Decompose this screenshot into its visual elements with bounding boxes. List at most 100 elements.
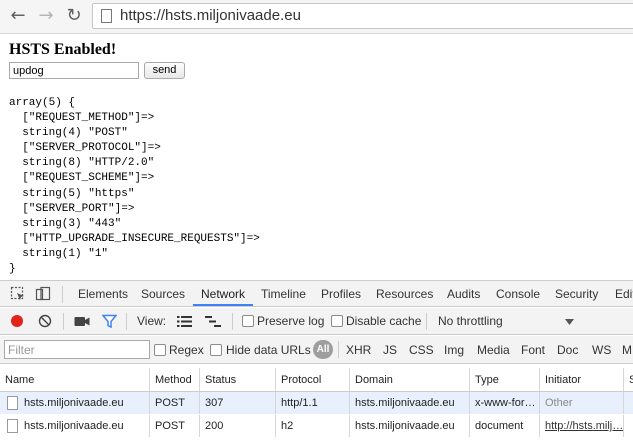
column-header-status[interactable]: Status	[200, 368, 276, 391]
disable-cache-checkbox[interactable]	[331, 315, 343, 327]
forward-icon[interactable]: →	[36, 6, 56, 26]
filter-media[interactable]: Media	[477, 343, 510, 357]
table-row[interactable]: hsts.miljonivaade.eu POST 307 http/1.1 h…	[0, 392, 633, 414]
filter-bar: Filter Regex Hide data URLs All XHR JS C…	[0, 336, 633, 364]
text-input[interactable]: updog	[9, 62, 139, 79]
tab-audits[interactable]: Audits	[447, 287, 480, 301]
filter-js[interactable]: JS	[383, 343, 397, 357]
dump-line: ["REQUEST_SCHEME"]=>	[9, 172, 155, 185]
row-status: 307	[200, 392, 276, 414]
regex-label: Regex	[169, 343, 204, 357]
filter-ws[interactable]: WS	[592, 343, 611, 357]
hide-data-urls-label: Hide data URLs	[226, 343, 311, 357]
table-header: Name Method Status Protocol Domain Type …	[0, 368, 633, 392]
column-header-protocol[interactable]: Protocol	[276, 368, 350, 391]
separator	[62, 286, 63, 303]
row-domain: hsts.miljonivaade.eu	[350, 392, 470, 414]
filter-manifest[interactable]: M	[622, 343, 632, 357]
row-method: POST	[150, 392, 200, 414]
clear-icon[interactable]	[38, 314, 52, 328]
row-name: hsts.miljonivaade.eu	[24, 397, 124, 409]
row-domain: hsts.miljonivaade.eu	[350, 415, 470, 437]
tab-console[interactable]: Console	[496, 287, 540, 301]
filter-doc[interactable]: Doc	[557, 343, 578, 357]
filter-css[interactable]: CSS	[409, 343, 434, 357]
devtools-panel: Elements Sources Network Timeline Profil…	[0, 280, 633, 441]
tab-security[interactable]: Security	[555, 287, 598, 301]
network-controls: View: Preserve log Disable cache No thro…	[0, 308, 633, 335]
regex-checkbox[interactable]	[154, 344, 166, 356]
filter-icon[interactable]	[102, 314, 117, 329]
page-content: HSTS Enabled! updog send array(5) { ["RE…	[0, 35, 633, 280]
filter-font[interactable]: Font	[521, 343, 545, 357]
camera-icon[interactable]	[74, 315, 90, 328]
address-bar[interactable]: https://hsts.miljonivaade.eu	[92, 3, 633, 29]
tab-elements[interactable]: Elements	[78, 287, 128, 301]
tab-edit[interactable]: Edit	[615, 287, 633, 301]
dump-line: array(5) {	[9, 97, 76, 109]
filter-input[interactable]: Filter	[4, 340, 150, 359]
dump-line: string(3) "443"	[9, 217, 122, 230]
record-icon[interactable]	[10, 314, 24, 328]
dump-line: }	[9, 263, 16, 276]
dump-line: string(5) "https"	[9, 187, 135, 200]
row-name-cell: hsts.miljonivaade.eu	[0, 392, 150, 414]
table-row[interactable]: hsts.miljonivaade.eu POST 200 h2 hsts.mi…	[0, 415, 633, 437]
url-text[interactable]: https://hsts.miljonivaade.eu	[120, 7, 301, 24]
inspect-icon[interactable]	[10, 286, 26, 302]
throttling-select[interactable]: No throttling	[438, 314, 503, 328]
column-header-type[interactable]: Type	[470, 368, 540, 391]
dump-line: ["REQUEST_METHOD"]=>	[9, 112, 155, 125]
devtools-tabbar: Elements Sources Network Timeline Profil…	[0, 281, 633, 307]
preserve-log-checkbox[interactable]	[242, 315, 254, 327]
dump-line: string(8) "HTTP/2.0"	[9, 157, 155, 170]
filter-img[interactable]: Img	[444, 343, 464, 357]
row-initiator-link[interactable]: http://hsts.milj…	[540, 415, 624, 437]
hide-data-urls-checkbox[interactable]	[210, 344, 222, 356]
file-icon	[7, 396, 18, 410]
row-status: 200	[200, 415, 276, 437]
active-tab-indicator	[193, 304, 253, 306]
tab-profiles[interactable]: Profiles	[321, 287, 361, 301]
column-header-domain[interactable]: Domain	[350, 368, 470, 391]
reload-icon[interactable]: ↻	[64, 6, 84, 26]
tab-resources[interactable]: Resources	[376, 287, 433, 301]
dump-line: ["HTTP_UPGRADE_INSECURE_REQUESTS"]=>	[9, 232, 260, 245]
view-label: View:	[137, 314, 167, 328]
tab-network[interactable]: Network	[201, 287, 245, 301]
back-icon[interactable]: ←	[8, 6, 28, 26]
row-type: x-www-for…	[470, 392, 540, 414]
filter-all-button[interactable]: All	[313, 340, 333, 359]
dump-line: string(4) "POST"	[9, 127, 128, 140]
separator	[232, 313, 233, 330]
row-initiator: Other	[540, 392, 624, 414]
row-name: hsts.miljonivaade.eu	[24, 420, 124, 432]
page-icon	[101, 9, 112, 23]
disable-cache-label: Disable cache	[346, 314, 422, 328]
row-protocol: http/1.1	[276, 392, 350, 414]
preserve-log-label: Preserve log	[257, 314, 325, 328]
separator	[426, 313, 427, 330]
row-name-cell: hsts.miljonivaade.eu	[0, 415, 150, 437]
page-title: HSTS Enabled!	[9, 41, 117, 58]
column-header-initiator[interactable]: Initiator	[540, 368, 624, 391]
tab-sources[interactable]: Sources	[141, 287, 185, 301]
separator	[126, 313, 127, 330]
dump-line: ["SERVER_PORT"]=>	[9, 202, 135, 215]
column-header-size[interactable]: S	[624, 368, 633, 391]
column-header-name[interactable]: Name	[0, 368, 150, 391]
dropdown-arrow-icon[interactable]	[565, 319, 574, 325]
send-button[interactable]: send	[144, 62, 185, 79]
filter-xhr[interactable]: XHR	[346, 343, 371, 357]
column-header-method[interactable]: Method	[150, 368, 200, 391]
row-size	[624, 415, 633, 437]
device-icon[interactable]	[35, 286, 51, 302]
tab-timeline[interactable]: Timeline	[261, 287, 306, 301]
dump-line: string(1) "1"	[9, 247, 109, 260]
row-method: POST	[150, 415, 200, 437]
browser-toolbar: ← → ↻ https://hsts.miljonivaade.eu	[0, 0, 633, 34]
row-size	[624, 392, 633, 414]
waterfall-icon[interactable]	[205, 315, 221, 328]
large-rows-icon[interactable]	[177, 315, 192, 328]
separator	[338, 341, 339, 358]
